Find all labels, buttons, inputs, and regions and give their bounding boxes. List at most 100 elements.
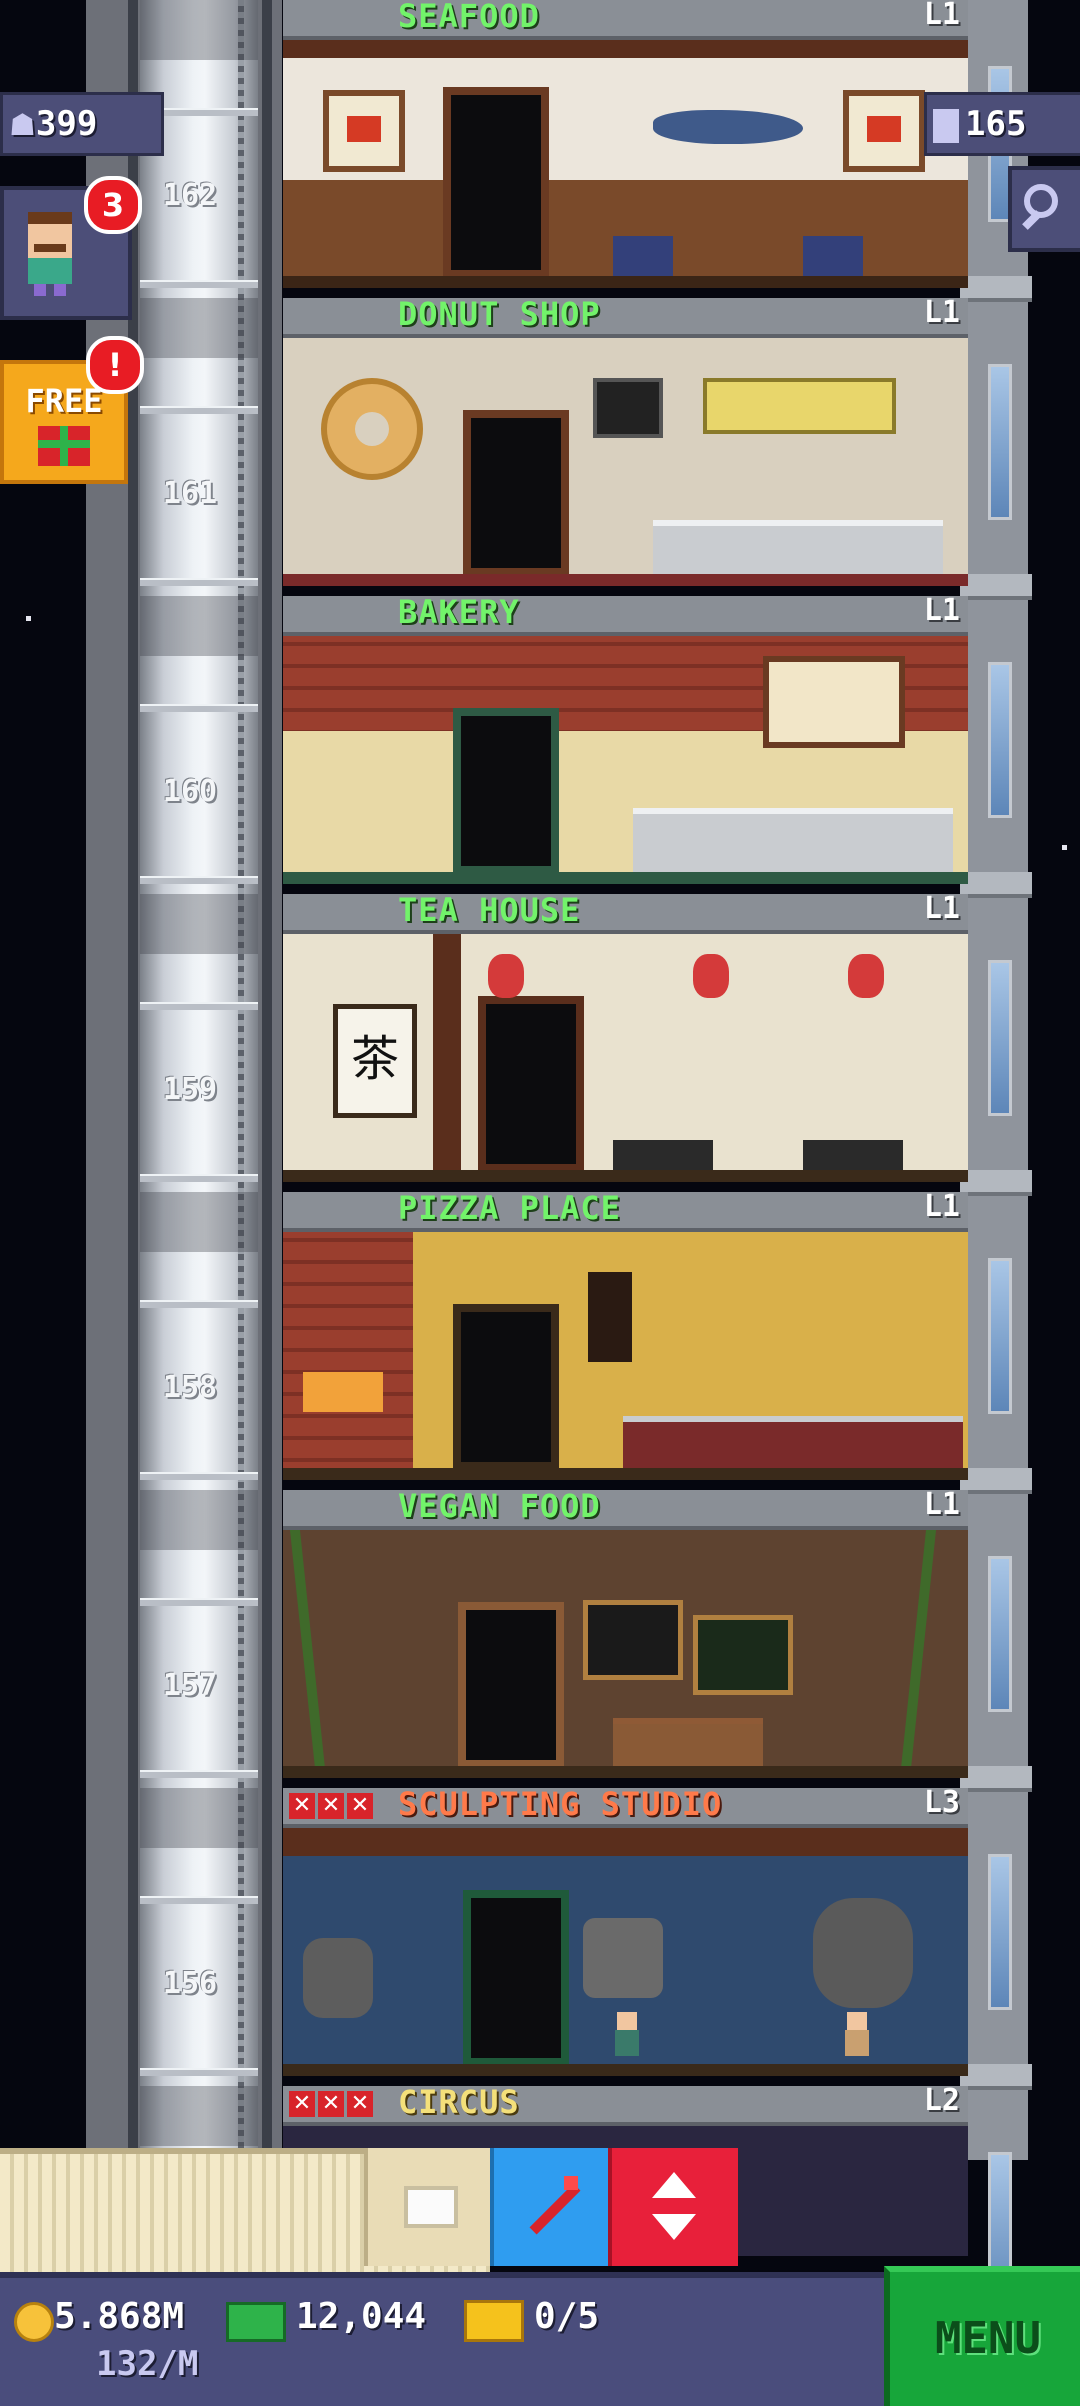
floor-tea-house[interactable]: TEA HOUSE L1 茶: [283, 891, 968, 1192]
menu-button[interactable]: MENU: [884, 2266, 1080, 2406]
tower-ledge: [960, 872, 1032, 898]
floor-name: DONUT SHOP: [398, 295, 601, 333]
price-board: [703, 378, 896, 434]
shaft-divider: [140, 1300, 258, 1308]
floor-number: 160: [162, 774, 218, 809]
floor-name: TEA HOUSE: [398, 891, 581, 929]
raffle-button[interactable]: [490, 2148, 612, 2266]
out-of-stock-icon: ✕: [347, 2091, 373, 2117]
tickets-value[interactable]: 0/5: [534, 2296, 599, 2337]
floor-banner: ✕ ✕ ✕ SCULPTING STUDIO L3: [283, 1785, 968, 1828]
box-icon: [404, 2186, 458, 2228]
brick-oven: [283, 1232, 413, 1480]
floor-level: L1: [923, 1487, 960, 1522]
population-counter[interactable]: ☗399: [0, 92, 164, 156]
bux-value[interactable]: 12,044: [296, 2296, 426, 2337]
up-down-arrow-icon: [652, 2172, 696, 2198]
coin-icon: [14, 2302, 54, 2342]
shaft-shadow: [140, 894, 258, 954]
tower-ledge: [960, 574, 1032, 600]
lantern: [488, 954, 524, 998]
floors-counter[interactable]: 165: [924, 92, 1080, 156]
tower-window: [988, 364, 1012, 520]
shaft-divider: [140, 578, 258, 586]
gift-icon: [38, 426, 90, 466]
worker-person[interactable]: [843, 2012, 871, 2056]
vegan-door: [458, 1602, 564, 1768]
floor-level: L1: [923, 593, 960, 628]
floor-pizza-place[interactable]: PIZZA PLACE L1: [283, 1189, 968, 1490]
out-of-stock-icon: ✕: [347, 1793, 373, 1819]
shaft-divider: [140, 1598, 258, 1606]
pizza-menu: [588, 1272, 632, 1362]
shaft-rail-left: [128, 0, 138, 2160]
shaft-shadow: [140, 596, 258, 656]
lantern: [848, 954, 884, 998]
floor-vegan-food[interactable]: VEGAN FOOD L1: [283, 1487, 968, 1788]
tower-ledge: [960, 276, 1032, 302]
menu-board: [583, 1600, 683, 1680]
shaft-shadow: [140, 1192, 258, 1252]
tower-ledge: [960, 1766, 1032, 1792]
population-value: 399: [35, 104, 98, 144]
floor-banner: VEGAN FOOD L1: [283, 1487, 968, 1530]
out-of-stock-icon: ✕: [289, 2091, 315, 2117]
shaft-divider: [140, 1770, 258, 1778]
crab-picture: [323, 90, 405, 172]
menu-board: [593, 378, 663, 438]
star: [1062, 845, 1067, 850]
room-interior: [283, 40, 968, 288]
floor-level: L1: [923, 1189, 960, 1224]
elevator-button[interactable]: [608, 2148, 738, 2266]
floor-name: VEGAN FOOD: [398, 1487, 601, 1525]
display-counter: [653, 520, 943, 576]
shaft-rail-right: [262, 0, 272, 2160]
floors-value: 165: [965, 104, 1027, 144]
tea-house-door: [478, 996, 584, 1172]
search-icon: [1024, 184, 1058, 218]
bakery-menu-board: [763, 656, 905, 748]
tower-window: [988, 1854, 1012, 2010]
room-interior: [283, 1828, 968, 2076]
room-interior: 茶: [283, 934, 968, 1182]
floor-level: L1: [923, 891, 960, 926]
shaft-divider: [140, 2068, 258, 2076]
menu-board: [693, 1615, 793, 1695]
floor-banner: SEAFOOD L1: [283, 0, 968, 40]
tea-sign: 茶: [350, 1031, 399, 1087]
shaft-divider: [140, 876, 258, 884]
box-button[interactable]: [364, 2148, 494, 2266]
out-of-stock-icon: ✕: [318, 2091, 344, 2117]
tower-window: [988, 662, 1012, 818]
room-interior: [283, 338, 968, 586]
floor-seafood[interactable]: SEAFOOD L1: [283, 0, 968, 298]
shaft-shadow: [140, 2086, 258, 2146]
ticket-icon: [464, 2300, 524, 2342]
coins-value: 5.868M: [54, 2296, 185, 2337]
tea-scroll: 茶: [333, 1004, 417, 1118]
shaft-shadow: [140, 0, 258, 60]
search-button[interactable]: [1008, 166, 1080, 252]
swordfish-decor: [653, 110, 803, 144]
pizza-counter: [623, 1416, 963, 1470]
floor-donut-shop[interactable]: DONUT SHOP L1: [283, 295, 968, 596]
room-interior: [283, 1530, 968, 1778]
out-of-stock-icon: ✕: [289, 1793, 315, 1819]
shaft-shadow: [140, 298, 258, 358]
floor-bakery[interactable]: BAKERY L1: [283, 593, 968, 894]
room-interior: [283, 636, 968, 884]
shaft-divider: [140, 280, 258, 288]
floor-banner: ✕ ✕ ✕ CIRCUS L2: [283, 2083, 968, 2126]
floor-sculpting-studio[interactable]: ✕ ✕ ✕ SCULPTING STUDIO L3: [283, 1785, 968, 2086]
shaft-divider: [140, 1896, 258, 1904]
shaft-divider: [140, 406, 258, 414]
shaft-shadow: [140, 1490, 258, 1550]
worker-person[interactable]: [613, 2012, 641, 2056]
floor-banner: TEA HOUSE L1: [283, 891, 968, 934]
shop-door: [463, 410, 569, 576]
gift-alert-badge: !: [86, 336, 144, 394]
tower-ledge: [960, 1468, 1032, 1494]
pizza-door: [453, 1304, 559, 1470]
stock-alert-marks: ✕ ✕ ✕: [289, 2091, 376, 2117]
tower-window: [988, 960, 1012, 1116]
